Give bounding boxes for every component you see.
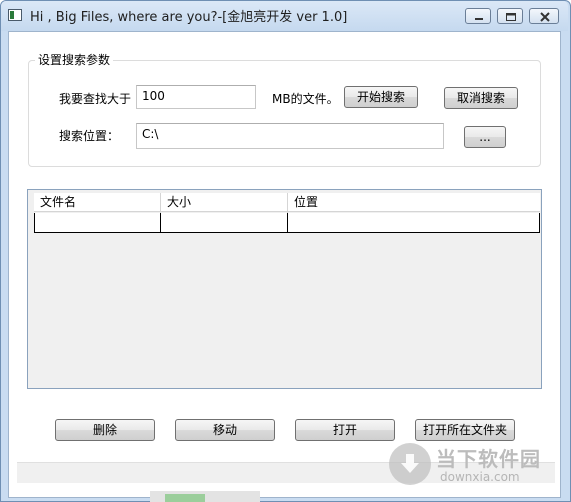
watermark-brand: 当下软件园 <box>436 447 541 471</box>
download-arrow-icon <box>401 454 419 473</box>
close-button[interactable] <box>529 8 559 24</box>
size-unit-label: MB的文件。 <box>272 92 339 106</box>
window-title: Hi , Big Files, where are you?-[金旭亮开发 ve… <box>30 10 348 25</box>
close-icon <box>540 12 550 22</box>
open-folder-button[interactable]: 打开所在文件夹 <box>415 419 515 441</box>
search-params-group-title: 设置搜索参数 <box>35 51 114 68</box>
column-divider[interactable] <box>287 193 288 213</box>
app-icon[interactable] <box>8 9 22 21</box>
column-header-filename[interactable]: 文件名 <box>34 193 161 212</box>
column-divider[interactable] <box>160 193 161 213</box>
cell-divider <box>287 213 288 233</box>
cell-divider <box>160 213 161 233</box>
minimize-icon <box>475 18 483 20</box>
browse-button[interactable]: ... <box>464 126 506 148</box>
cancel-search-button[interactable]: 取消搜索 <box>444 87 518 109</box>
size-input[interactable]: 100 <box>136 85 256 109</box>
column-header-size[interactable]: 大小 <box>161 193 288 212</box>
minimize-button[interactable] <box>465 8 491 24</box>
search-params-group <box>28 60 541 167</box>
taskbar-fragment <box>150 491 260 502</box>
size-label: 我要查找大于 <box>59 92 132 106</box>
watermark-domain: downxia.com <box>440 470 520 484</box>
delete-button[interactable]: 删除 <box>55 419 155 441</box>
maximize-icon <box>506 13 516 21</box>
maximize-button[interactable] <box>497 8 523 24</box>
open-button[interactable]: 打开 <box>295 419 395 441</box>
move-button[interactable]: 移动 <box>175 419 275 441</box>
start-search-button[interactable]: 开始搜索 <box>344 86 418 108</box>
location-input[interactable]: C:\ <box>136 123 444 149</box>
location-label: 搜索位置： <box>59 129 120 143</box>
column-header-location[interactable]: 位置 <box>288 193 540 212</box>
